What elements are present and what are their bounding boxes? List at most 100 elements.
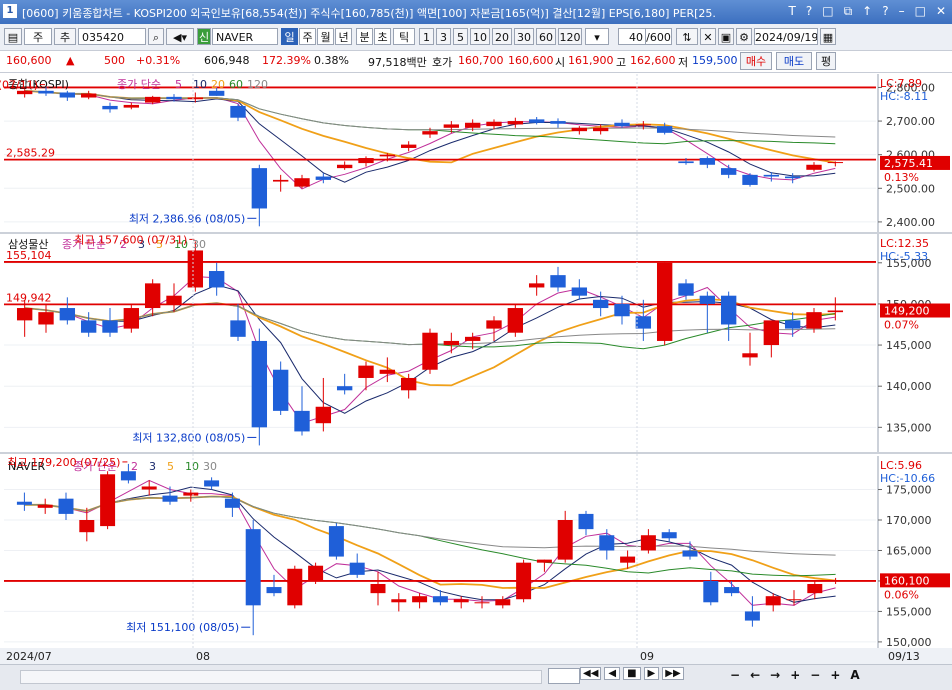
candle-body: [592, 299, 609, 309]
ma-legend-period: 2: [131, 460, 138, 473]
stop-icon[interactable]: ■: [623, 667, 641, 680]
scroll-left-icon[interactable]: ←: [750, 668, 760, 682]
ma-legend: 종가 단순: [117, 78, 161, 91]
interval-5[interactable]: 5: [453, 28, 468, 45]
scroll-thumb[interactable]: [548, 668, 580, 684]
period-minute[interactable]: 분: [356, 28, 373, 45]
candle-body: [272, 369, 289, 411]
candle-body: [166, 96, 182, 100]
interval-10[interactable]: 10: [470, 28, 490, 45]
period-year[interactable]: 년: [335, 28, 352, 45]
period-tick[interactable]: 틱: [393, 28, 415, 45]
last-page-icon[interactable]: ▶▶: [662, 667, 684, 680]
count-total: /600: [646, 28, 672, 45]
pin-icon[interactable]: ↑: [862, 4, 872, 19]
stock-name-field[interactable]: NAVER: [212, 28, 278, 45]
interval-dropdown[interactable]: ▾: [585, 28, 609, 45]
search-icon[interactable]: ⌕: [148, 28, 164, 45]
price-chart[interactable]: 2,800.002,700.002,600.002,500.002,400.00…: [0, 72, 952, 664]
scroll-right-icon[interactable]: →: [770, 668, 780, 682]
candle-body: [742, 174, 758, 185]
close-icon[interactable]: ✕: [936, 4, 946, 19]
candle-body: [620, 556, 636, 563]
interval-30[interactable]: 30: [514, 28, 534, 45]
candle-body: [422, 131, 438, 135]
bid-price: 160,600: [508, 54, 554, 67]
horizontal-scrollbar[interactable]: [20, 670, 542, 684]
candle-body: [336, 386, 353, 391]
chart-toolbar: ▤ 주 추 035420 ⌕ ◀▾ 신 NAVER 일 주 월 년 분 초 틱 …: [0, 24, 952, 51]
shrink-icon[interactable]: −: [810, 668, 820, 682]
eval-button[interactable]: 평: [816, 52, 836, 70]
interval-120[interactable]: 120: [558, 28, 582, 45]
calendar-icon[interactable]: ▦: [820, 28, 836, 45]
gear-icon[interactable]: ⚙: [736, 28, 752, 45]
help-icon[interactable]: ?: [806, 4, 812, 19]
candle-body: [37, 504, 53, 508]
sound-icon[interactable]: ◀▾: [166, 28, 194, 45]
interval-1[interactable]: 1: [419, 28, 434, 45]
candle-body: [678, 161, 694, 164]
candle-body: [123, 308, 140, 329]
candle-body: [80, 93, 97, 98]
min-label: 최저 151,100 (08/05): [126, 621, 239, 634]
candle-body: [287, 568, 303, 606]
zoom-in-icon[interactable]: +: [790, 668, 800, 682]
y-tick-label: 165,000: [886, 544, 932, 557]
count-input[interactable]: 40: [618, 28, 646, 45]
x-tick-label: 09: [640, 650, 654, 663]
minimize-icon[interactable]: –: [899, 4, 905, 19]
candle-body: [59, 92, 76, 98]
period-day[interactable]: 일: [281, 28, 298, 45]
volume: 606,948: [204, 54, 250, 67]
candle-body: [744, 611, 760, 621]
last-rate-label: 0.07%: [884, 319, 919, 332]
lc-label: LC:5.96: [880, 459, 922, 472]
grow-icon[interactable]: +: [830, 668, 840, 682]
zoom-out-icon[interactable]: −: [730, 668, 740, 682]
candle-body: [370, 584, 386, 594]
max-label: 최고 157,600 (07/31): [74, 233, 187, 246]
candle-body: [162, 495, 178, 502]
candle-body: [349, 562, 365, 575]
high-label: 고: [616, 56, 627, 69]
type-select[interactable]: 주: [24, 28, 52, 45]
period-week[interactable]: 주: [299, 28, 316, 45]
period-second[interactable]: 초: [374, 28, 391, 45]
volume-rate: 172.39%: [262, 54, 311, 67]
ma-legend-period: 20: [211, 78, 225, 91]
date-input[interactable]: 2024/09/19: [754, 28, 818, 45]
hc-label: HC:-8.11: [880, 90, 928, 103]
favorite-icon[interactable]: 신: [197, 28, 211, 45]
interval-20[interactable]: 20: [492, 28, 512, 45]
interval-3[interactable]: 3: [436, 28, 451, 45]
candle-body: [678, 283, 694, 296]
maximize-icon[interactable]: □: [915, 4, 926, 19]
auto-scale-icon[interactable]: A: [850, 668, 859, 682]
y-tick-label: 2,700.00: [886, 115, 935, 128]
square-icon[interactable]: □: [822, 4, 833, 19]
prev-page-icon[interactable]: ◀: [604, 667, 621, 680]
period-month[interactable]: 월: [317, 28, 334, 45]
x-tick-label: 09/13: [888, 650, 920, 663]
open-label: 시: [555, 56, 566, 69]
add-button[interactable]: 추: [54, 28, 76, 45]
chart-settings-icon[interactable]: ▤: [4, 28, 22, 45]
chart-toggle-icon[interactable]: ⇅: [676, 28, 698, 45]
save-icon[interactable]: ▣: [718, 28, 734, 45]
candle-body: [614, 303, 630, 317]
candle-body: [432, 596, 448, 603]
candle-body: [661, 532, 677, 539]
next-page-icon[interactable]: ▶: [643, 667, 660, 680]
sell-button[interactable]: 매도: [776, 52, 812, 70]
restore-icon[interactable]: ⧉: [844, 4, 853, 19]
buy-button[interactable]: 매수: [740, 52, 772, 70]
crosshair-icon[interactable]: ✕: [700, 28, 716, 45]
chart-type-icon[interactable]: T: [789, 4, 796, 19]
first-page-icon[interactable]: ◀◀: [580, 667, 602, 680]
candle-body: [230, 320, 246, 337]
help2-icon[interactable]: ?: [882, 4, 888, 19]
open-price: 161,900: [568, 54, 614, 67]
code-input[interactable]: 035420: [78, 28, 146, 45]
interval-60[interactable]: 60: [536, 28, 556, 45]
